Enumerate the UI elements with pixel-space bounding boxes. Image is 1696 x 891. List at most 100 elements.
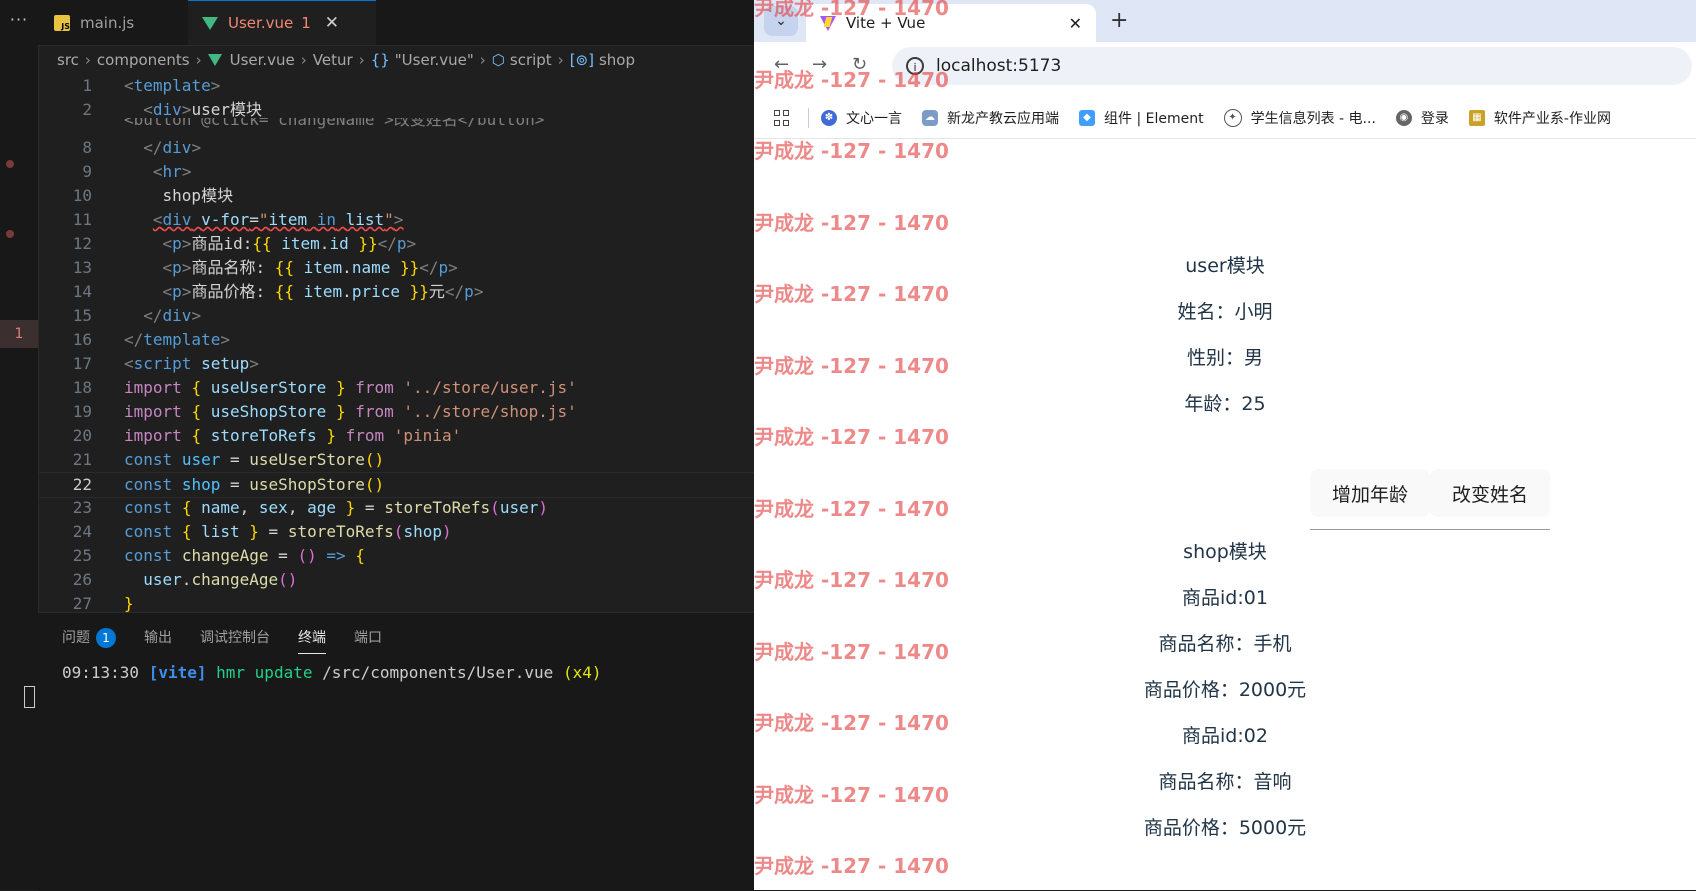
line-text: } [124,594,134,612]
tab-ports[interactable]: 端口 [354,627,382,654]
tab-problems[interactable]: 问题 1 [62,627,116,654]
line-text: import { useShopStore } from '../store/s… [124,402,577,421]
bookmark-icon: ✽ [821,110,837,126]
globe-icon: ◉ [1395,110,1412,126]
activity-bar: ··· 1 [0,0,39,890]
code-line[interactable]: 15 </div> [38,304,754,328]
line-text: </div> [143,138,202,157]
site-info-icon[interactable]: i [906,57,924,75]
bookmark-item[interactable]: ▦ 软件产业系-作业网 [1468,108,1611,128]
breakpoint-icon [6,160,14,168]
code-line[interactable]: 25 const changeAge = () => { [38,544,754,568]
breadcrumb-item[interactable]: script [510,51,552,69]
cube-icon: ⬡ [491,51,505,69]
breadcrumb-item[interactable]: components [97,51,190,69]
line-text: <script setup> [124,354,259,373]
code-line[interactable]: 26 user.changeAge() [38,568,754,592]
code-line[interactable]: 9 <hr> [38,160,754,184]
js-file-icon: JS [54,14,70,31]
line-number: 19 [72,402,92,421]
close-icon[interactable]: ✕ [1069,14,1082,33]
code-line[interactable]: 22 const shop = useShopStore() [38,472,754,498]
problem-count-badge: 1 [96,628,116,648]
line-number: 16 [72,330,92,349]
error-marker: 1 [0,320,38,348]
tab-main-js[interactable]: JS main.js [40,0,188,45]
breadcrumb-item[interactable]: src [57,51,79,69]
browser-tab[interactable]: Vite + Vue ✕ [806,4,1096,42]
bookmark-icon: ✦ [1223,109,1242,127]
chevron-down-icon[interactable]: ⌄ [764,6,798,36]
line-text: const shop = useShopStore() [124,475,385,494]
breadcrumb-item[interactable]: shop [599,51,635,69]
bookmark-item[interactable]: ◉ 登录 [1395,108,1449,128]
line-number: 8 [82,138,92,157]
breadcrumb: src › components › User.vue › Vetur › {} "Us… [57,51,636,69]
bookmark-item[interactable]: ◆ 组件 | Element [1079,108,1204,128]
apps-grid-icon[interactable] [774,110,790,126]
back-icon[interactable]: ← [774,54,789,75]
line-number: 21 [72,450,92,469]
tab-user-vue[interactable]: User.vue 1 ✕ [188,0,376,45]
tab-terminal[interactable]: 终端 [298,627,326,654]
shop-section: shop模块 商品id:01 商品名称：手机 商品价格：2000元 商品id:0… [754,139,1696,890]
code-line[interactable]: 16 </template> [38,328,754,352]
code-line[interactable]: 12 <p>商品id:{{ item.id }}</p> [38,232,754,256]
code-line[interactable]: 17 <script setup> [38,352,754,376]
line-number: 26 [72,570,92,589]
code-line[interactable]: 11 <div v-for="item in list"> [38,208,754,232]
tab-debug-console[interactable]: 调试控制台 [200,627,270,654]
line-number: 15 [72,306,92,325]
new-tab-icon[interactable]: + [1110,8,1128,33]
code-line[interactable]: 8 </div> [38,136,754,160]
item-price: 商品价格：2000元 [1143,679,1307,701]
address-bar[interactable]: i localhost:5173 [892,47,1692,85]
line-number: 1 [82,76,92,95]
code-line[interactable]: 27} [38,592,754,612]
line-number: 14 [72,282,92,301]
variable-icon: [⊚] [569,51,594,69]
item-name: 商品名称：音响 [1158,771,1292,793]
line-number: 10 [72,186,92,205]
bookmark-icon: ◆ [1079,110,1095,126]
line-text: user.changeAge() [143,570,298,589]
line-number: 12 [72,234,92,253]
code-area[interactable]: 1 <template> 2 <div>user模块 8 </div> 9 <hr> 10… [38,74,754,612]
shop-module-title: shop模块 [1183,541,1267,563]
more-icon[interactable]: ··· [0,10,38,29]
code-line[interactable]: 19 import { useShopStore } from '../store… [38,400,754,424]
line-number: 13 [72,258,92,277]
line-text: </template> [124,330,230,349]
browser-window: ⌄ Vite + Vue ✕ + ← → ↻ i localhost:5173 … [754,0,1696,890]
browser-tabbar: ⌄ Vite + Vue ✕ + [754,0,1696,42]
line-number: 20 [72,426,92,445]
editor-tabs: JS main.js User.vue 1 ✕ [38,0,754,46]
bookmark-item[interactable]: ☁ 新龙产教云应用端 [922,108,1059,128]
bookmark-item[interactable]: ✦ 学生信息列表 - 电... [1223,108,1376,128]
code-line[interactable]: 10 shop模块 [38,184,754,208]
code-line[interactable]: 23 const { name, sex, age } = storeToRefs… [38,496,754,520]
line-text: <p>商品价格: {{ item.price }}元</p> [162,282,484,301]
reload-icon[interactable]: ↻ [852,54,867,75]
tab-output[interactable]: 输出 [144,627,172,654]
code-line[interactable]: 24 const { list } = storeToRefs(shop) [38,520,754,544]
code-line[interactable]: 20 import { storeToRefs } from 'pinia' [38,424,754,448]
forward-icon[interactable]: → [812,54,827,75]
terminal-output[interactable]: 09:13:30 [vite] hmr update /src/componen… [62,663,601,682]
bookmark-item[interactable]: ✽ 文心一言 [821,108,902,128]
code-line[interactable]: 13 <p>商品名称: {{ item.name }}</p> [38,256,754,280]
breadcrumb-item[interactable]: User.vue [230,51,295,69]
breadcrumb-item[interactable]: "User.vue" [395,51,474,69]
breadcrumb-item[interactable]: Vetur [313,51,353,69]
item-price: 商品价格：5000元 [1143,817,1307,839]
line-text: shop模块 [162,186,234,205]
bottom-panel: 问题 1 输出 调试控制台 终端 端口 09:13:30 [vite] hmr u… [38,612,754,891]
line-number: 24 [72,522,92,541]
code-line[interactable]: 1 <template> [38,74,754,98]
line-text: const user = useUserStore() [124,450,385,469]
code-line[interactable]: 18 import { useUserStore } from '../store… [38,376,754,400]
vue-file-icon [207,54,222,66]
close-icon[interactable]: ✕ [325,13,339,33]
code-line[interactable]: 21 const user = useUserStore() [38,448,754,472]
code-line[interactable]: 14 <p>商品价格: {{ item.price }}元</p> [38,280,754,304]
